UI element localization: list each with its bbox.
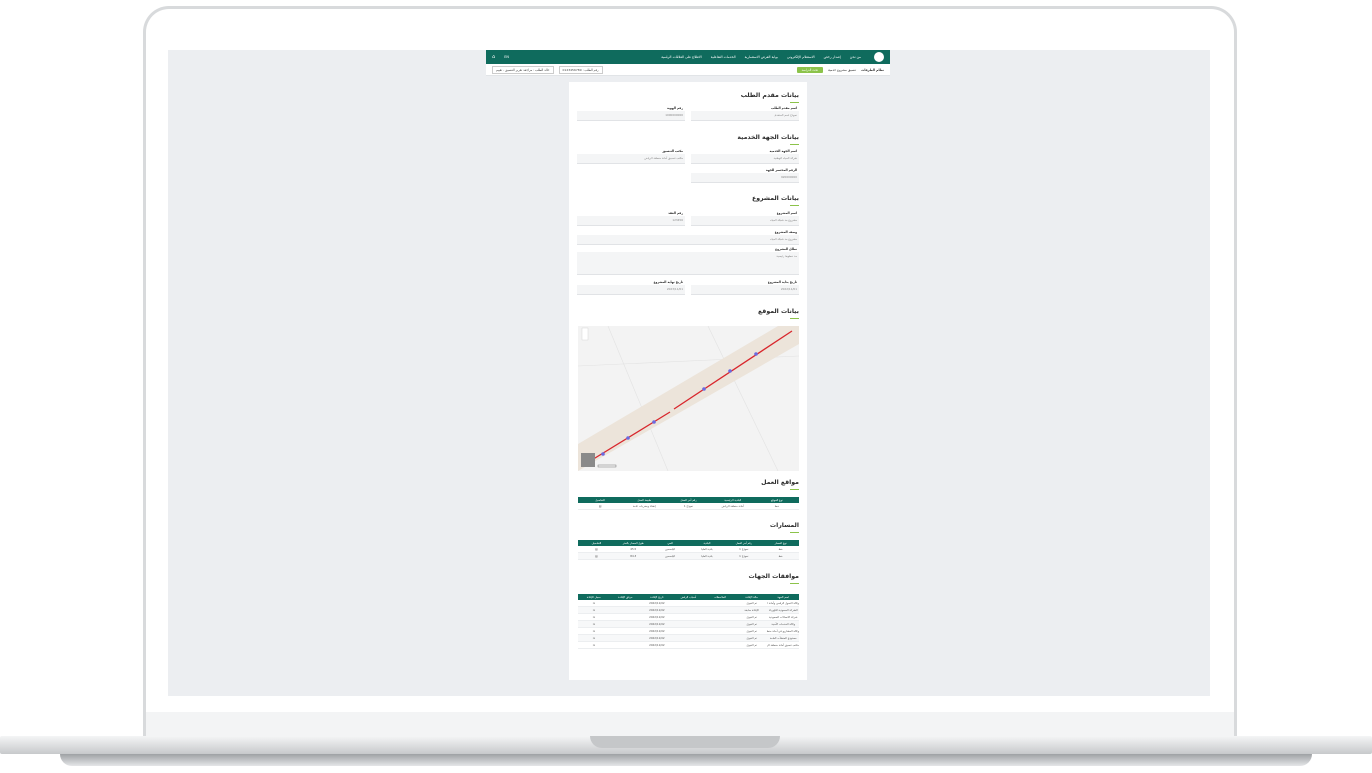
project-scope-field: نطاق المشروع مد خطوط رئيسية	[577, 247, 799, 275]
details-icon[interactable]: ▤	[578, 504, 622, 508]
service-name: تنسيق مشروع خدمية	[828, 67, 857, 72]
nav-item[interactable]: الخدمات التفاعلية	[711, 55, 736, 59]
history-icon[interactable]: ⇲	[578, 601, 610, 605]
table-row: شركة الاتصالات السعودية تم القبول 2022/1…	[578, 614, 799, 621]
section-title-location: بيانات الموقع	[758, 308, 799, 315]
table-row: الشركة السعودية للكهرباء الإفادة سابقة 2…	[578, 607, 799, 614]
history-icon[interactable]: ⇲	[578, 608, 610, 612]
details-icon[interactable]: ▤	[578, 554, 615, 558]
table-row: وكالة المشاريع في أمانة منطقة تم القبول …	[578, 628, 799, 635]
table-row: وكالة التحول الرقمي وأمانة المنطقة تم ال…	[578, 600, 799, 607]
map-canvas[interactable]	[578, 326, 799, 471]
history-icon[interactable]: ⇲	[578, 622, 610, 626]
laptop-notch	[590, 736, 780, 748]
table-row: خط نموذج 1 بلدية العليا الياسمين 84.3 ▤	[578, 553, 799, 560]
route-point[interactable]	[601, 452, 605, 456]
zoom-control[interactable]	[581, 327, 589, 341]
request-details-card: بيانات مقدم الطلب اسم مقدم الطلب نموذج ا…	[569, 82, 807, 680]
nav-item[interactable]: إصدار رخص	[824, 55, 841, 59]
coordination-office-field: مكتب التنسيق مكتب تنسيق أمانة منطقة الري…	[577, 149, 685, 164]
history-icon[interactable]: ⇲	[578, 636, 610, 640]
applicant-name-field: اسم مقدم الطلب نموذج اسم المتقدم	[691, 106, 799, 121]
section-title-applicant: بيانات مقدم الطلب	[740, 92, 799, 99]
table-row: خط أمانة منطقة الرياض نموذج 1 إنشاء وحفر…	[578, 503, 799, 510]
route-point[interactable]	[702, 387, 706, 391]
satellite-thumbnail[interactable]	[581, 453, 595, 467]
system-name: نظام الطرقات	[861, 67, 884, 72]
entity-phone-field: الرقم المختصر للجهة 920000000	[691, 168, 799, 183]
section-title-entity: بيانات الجهة الخدمية	[737, 134, 799, 141]
table-row: خط نموذج 1 بلدية العليا الياسمين 45.5 ▤	[578, 546, 799, 553]
nav-item[interactable]: من نحن	[850, 55, 861, 59]
contract-number-field: رقم العقد 123456	[577, 211, 685, 226]
section-title-project: بيانات المشروع	[751, 195, 799, 202]
language-switch[interactable]: EN	[504, 55, 509, 59]
section-title-paths: المسارات	[769, 522, 799, 529]
project-location-map[interactable]	[578, 326, 799, 471]
route-point[interactable]	[652, 420, 656, 424]
history-icon[interactable]: ⇲	[578, 615, 610, 619]
applicant-id-field: رقم الهوية 1000000000	[577, 106, 685, 121]
route-point[interactable]	[754, 352, 758, 356]
paths-table: نوع المسار رقم أمر العمل البلدية الحي طو…	[578, 540, 799, 560]
table-row: مكتب تنسيق أمانة منطقة الرياض تم القبول …	[578, 642, 799, 649]
nav-item[interactable]: الاستعلام الإلكتروني	[787, 55, 815, 59]
history-icon[interactable]: ⇲	[578, 643, 610, 647]
request-status: حالة الطلب : مراجعة تقرير التنسيق - تقيي…	[492, 65, 554, 74]
request-number: رقم الطلب : 0123456789	[558, 65, 603, 74]
route-point[interactable]	[626, 436, 630, 440]
breadcrumb-bar: نظام الطرقات تنسيق مشروع خدمية تحت الدرا…	[486, 64, 890, 76]
section-title-work-sites: مواقع العمل	[761, 479, 799, 486]
project-description-field: وصف المشروع مشروع مد شبكة المياه	[577, 230, 799, 245]
nav-item[interactable]: الاطلاع على العلاقات الرقمية	[661, 55, 702, 59]
top-navbar: من نحن إصدار رخص الاستعلام الإلكتروني بو…	[486, 50, 890, 64]
project-end-date-field: تاريخ نهاية المشروع 2023/11/01	[577, 280, 685, 295]
project-start-date-field: تاريخ بداية المشروع 2022/11/01	[691, 280, 799, 295]
route-point[interactable]	[728, 369, 732, 373]
screen: من نحن إصدار رخص الاستعلام الإلكتروني بو…	[168, 50, 1210, 696]
table-row: وكالة الخدمات الأمنية تم القبول 2022/11/…	[578, 621, 799, 628]
status-badge: تحت الدراسة	[796, 66, 824, 73]
approvals-table: اسم الجهة حالة الإفادة الملاحظات أسباب ا…	[578, 594, 799, 649]
table-row: مستودع المنشآت العامة تم القبول 2022/11/…	[578, 635, 799, 642]
section-title-approvals: موافقات الجهات	[748, 573, 799, 580]
history-icon[interactable]: ⇲	[578, 629, 610, 633]
laptop-base-shadow	[60, 754, 1312, 766]
work-sites-table: نوع الموقع البلدية الرئيسية رقم أمر العم…	[578, 497, 799, 510]
entity-name-field: اسم الجهة الخدمية شركة المياه الوطنية	[691, 149, 799, 164]
home-icon[interactable]: ⌂	[492, 54, 495, 60]
details-icon[interactable]: ▤	[578, 547, 615, 551]
nav-item[interactable]: بوابة الفرص الاستثمارية	[745, 55, 778, 59]
laptop-bezel-bottom	[146, 712, 1234, 736]
project-name-field: اسم المشروع مشروع مد شبكة المياه	[691, 211, 799, 226]
site-logo-icon[interactable]	[874, 52, 884, 62]
